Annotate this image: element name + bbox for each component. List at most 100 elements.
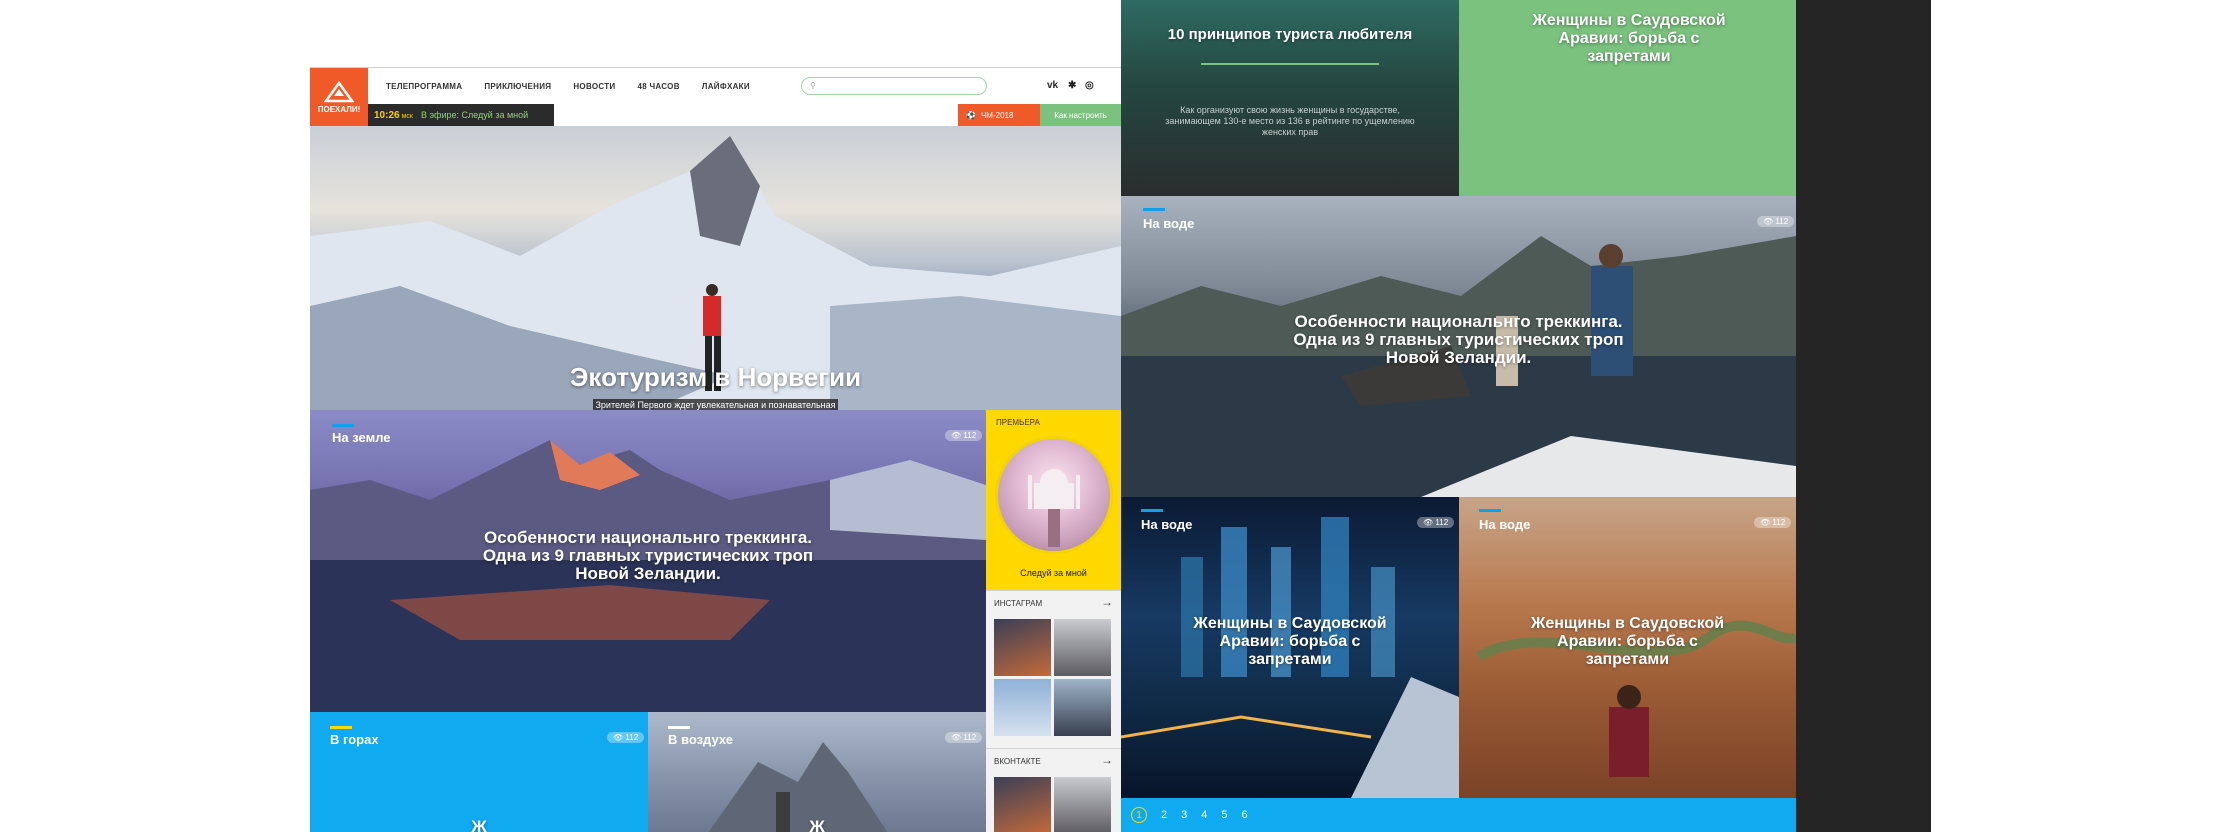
vk-thumb[interactable] xyxy=(1054,777,1111,832)
tag-bar xyxy=(1479,509,1501,512)
tile-title: Особенности национальнго треккинга. Одна… xyxy=(482,528,814,583)
tag-bar xyxy=(1141,509,1163,512)
tag-bar xyxy=(1143,208,1165,211)
views-count: 112 xyxy=(1435,518,1449,527)
vk-label: ВКОНТАКТЕ xyxy=(994,757,1041,766)
nav-item-adventures[interactable]: ПРИКЛЮЧЕНИЯ xyxy=(484,82,551,91)
article-tile-saudi[interactable]: Женщины в Саудовской Аравии: борьба с за… xyxy=(1459,0,1796,196)
views-badge: 👁 112 xyxy=(1757,216,1795,227)
article-tile-water-wide[interactable]: На воде 👁 112 Особенности национальнго т… xyxy=(1121,196,1796,497)
clock-time: 10:26 xyxy=(374,109,400,121)
tag-bar xyxy=(668,726,690,729)
views-badge: 👁 112 xyxy=(607,732,645,743)
canvas: ПОЕХАЛИ! ТЕЛЕПРОГРАММА ПРИКЛЮЧЕНИЯ НОВОС… xyxy=(0,0,2240,832)
homepage-mockup: ПОЕХАЛИ! ТЕЛЕПРОГРАММА ПРИКЛЮЧЕНИЯ НОВОС… xyxy=(310,67,1121,832)
eye-icon: 👁 xyxy=(1763,217,1776,226)
onair-bar[interactable]: 10:26 мск В эфире: Следуй за мной xyxy=(368,104,554,126)
tile-tag: На воде xyxy=(1479,517,1531,532)
nav-item-lifehacks[interactable]: ЛАЙФХАКИ xyxy=(702,82,750,91)
inner-page-mockup: 10 принципов туриста любителя Как органи… xyxy=(1121,0,1796,832)
tile-description: Как организуют свою жизнь женщины в госу… xyxy=(1165,105,1415,137)
instagram-thumb[interactable] xyxy=(994,679,1051,736)
vk-thumb[interactable] xyxy=(994,777,1051,832)
soccer-icon: ⚽ xyxy=(966,110,976,120)
page-4[interactable]: 4 xyxy=(1201,809,1207,821)
premier-image xyxy=(995,436,1113,554)
page-2[interactable]: 2 xyxy=(1161,809,1167,821)
pagination: 1 2 3 4 5 6 xyxy=(1121,798,1796,832)
views-count: 112 xyxy=(1772,518,1786,527)
views-count: 112 xyxy=(1775,217,1789,226)
taj-mahal-image xyxy=(1028,469,1080,547)
logo-text: ПОЕХАЛИ! xyxy=(317,104,361,114)
views-badge: 👁 112 xyxy=(945,430,983,441)
tag-bar xyxy=(332,424,354,427)
divider xyxy=(1201,63,1379,65)
instagram-label: ИНСТАГРАМ xyxy=(994,599,1043,608)
tile-title: Женщины в Саудовской Аравии: борьба с за… xyxy=(1530,615,1725,668)
instagram-thumb[interactable] xyxy=(1054,619,1111,676)
search-input[interactable] xyxy=(801,77,987,95)
tile-title: Ж xyxy=(471,817,487,832)
hero-title: Экотуризм в Норвегии xyxy=(569,362,862,392)
article-tile-air[interactable]: В воздухе 👁 112 Ж xyxy=(648,712,986,832)
views-count: 112 xyxy=(625,733,639,742)
nav-item-news[interactable]: НОВОСТИ xyxy=(573,82,615,91)
instagram-thumb[interactable] xyxy=(994,619,1051,676)
tile-title: Женщины в Саудовской Аравии: борьба с за… xyxy=(1532,12,1726,65)
views-badge: 👁 112 xyxy=(1754,517,1792,528)
clock-tz: мск xyxy=(401,112,413,120)
mountain-logo-icon xyxy=(324,80,354,102)
ok-icon[interactable]: ✱ xyxy=(1068,80,1076,91)
worldcup-label: ЧМ-2018 xyxy=(980,110,1014,120)
tile-tag: На воде xyxy=(1143,216,1195,231)
views-badge: 👁 112 xyxy=(945,732,983,743)
tile-tag: На воде xyxy=(1141,517,1193,532)
premier-widget[interactable]: ПРЕМЬЕРА Следуй за мной xyxy=(986,410,1121,590)
page-1[interactable]: 1 xyxy=(1131,807,1147,823)
article-tile-mountains[interactable]: В горах 👁 112 Ж xyxy=(310,712,648,832)
tile-title: 10 принципов туриста любителя xyxy=(1167,26,1413,43)
page-3[interactable]: 3 xyxy=(1181,809,1187,821)
vk-icon[interactable]: vk xyxy=(1047,80,1058,91)
main-nav: ТЕЛЕПРОГРАММА ПРИКЛЮЧЕНИЯ НОВОСТИ 48 ЧАС… xyxy=(386,82,750,91)
tag-bar xyxy=(330,726,352,729)
arrow-right-icon[interactable]: → xyxy=(1101,595,1113,609)
instagram-thumb[interactable] xyxy=(1054,679,1111,736)
onair-text: В эфире: Следуй за мной xyxy=(420,110,529,120)
eye-icon: 👁 xyxy=(951,733,964,742)
eye-icon: 👁 xyxy=(951,431,964,440)
worldcup-button[interactable]: ⚽ ЧМ-2018 xyxy=(958,104,1040,126)
eye-icon: 👁 xyxy=(613,733,626,742)
tile-tag: В воздухе xyxy=(668,732,733,747)
tile-title: Ж xyxy=(809,817,825,832)
article-tile-land[interactable]: На земле 👁 112 Особенности национальнго … xyxy=(310,410,986,712)
eye-icon: 👁 xyxy=(1760,518,1773,527)
nav-item-48h[interactable]: 48 ЧАСОВ xyxy=(637,82,679,91)
views-count: 112 xyxy=(963,431,977,440)
tile-tag: В горах xyxy=(330,732,379,747)
tile-tag: На земле xyxy=(332,430,391,445)
tile-title: Женщины в Саудовской Аравии: борьба с за… xyxy=(1193,615,1387,668)
how-to-tune-button[interactable]: Как настроить xyxy=(1040,104,1121,126)
page-6[interactable]: 6 xyxy=(1242,809,1248,821)
eye-icon: 👁 xyxy=(1423,518,1436,527)
vk-widget[interactable]: ВКОНТАКТЕ → xyxy=(986,748,1121,832)
page-5[interactable]: 5 xyxy=(1221,809,1227,821)
hero-banner[interactable]: Экотуризм в Норвегии Зрителей Первого жд… xyxy=(310,126,1121,428)
mountain-image xyxy=(708,742,888,832)
nav-item-tv[interactable]: ТЕЛЕПРОГРАММА xyxy=(386,82,462,91)
premier-caption: Следуй за мной xyxy=(1020,568,1087,578)
arrow-right-icon[interactable]: → xyxy=(1101,753,1113,767)
search-icon: ⚲ xyxy=(810,81,816,90)
instagram-icon[interactable]: ◎ xyxy=(1085,80,1094,91)
views-count: 112 xyxy=(963,733,977,742)
article-tile-canyon[interactable]: На воде 👁 112 Женщины в Саудовской Арави… xyxy=(1459,497,1796,798)
views-badge: 👁 112 xyxy=(1417,517,1455,528)
instagram-widget[interactable]: ИНСТАГРАМ → xyxy=(986,590,1121,748)
article-tile-principles[interactable]: 10 принципов туриста любителя Как органи… xyxy=(1121,0,1459,196)
logo[interactable]: ПОЕХАЛИ! xyxy=(310,68,368,126)
tile-title: Особенности национальнго треккинга. Одна… xyxy=(1293,312,1624,367)
premier-label: ПРЕМЬЕРА xyxy=(996,418,1040,427)
article-tile-city[interactable]: На воде 👁 112 Женщины в Саудовской Арави… xyxy=(1121,497,1459,798)
